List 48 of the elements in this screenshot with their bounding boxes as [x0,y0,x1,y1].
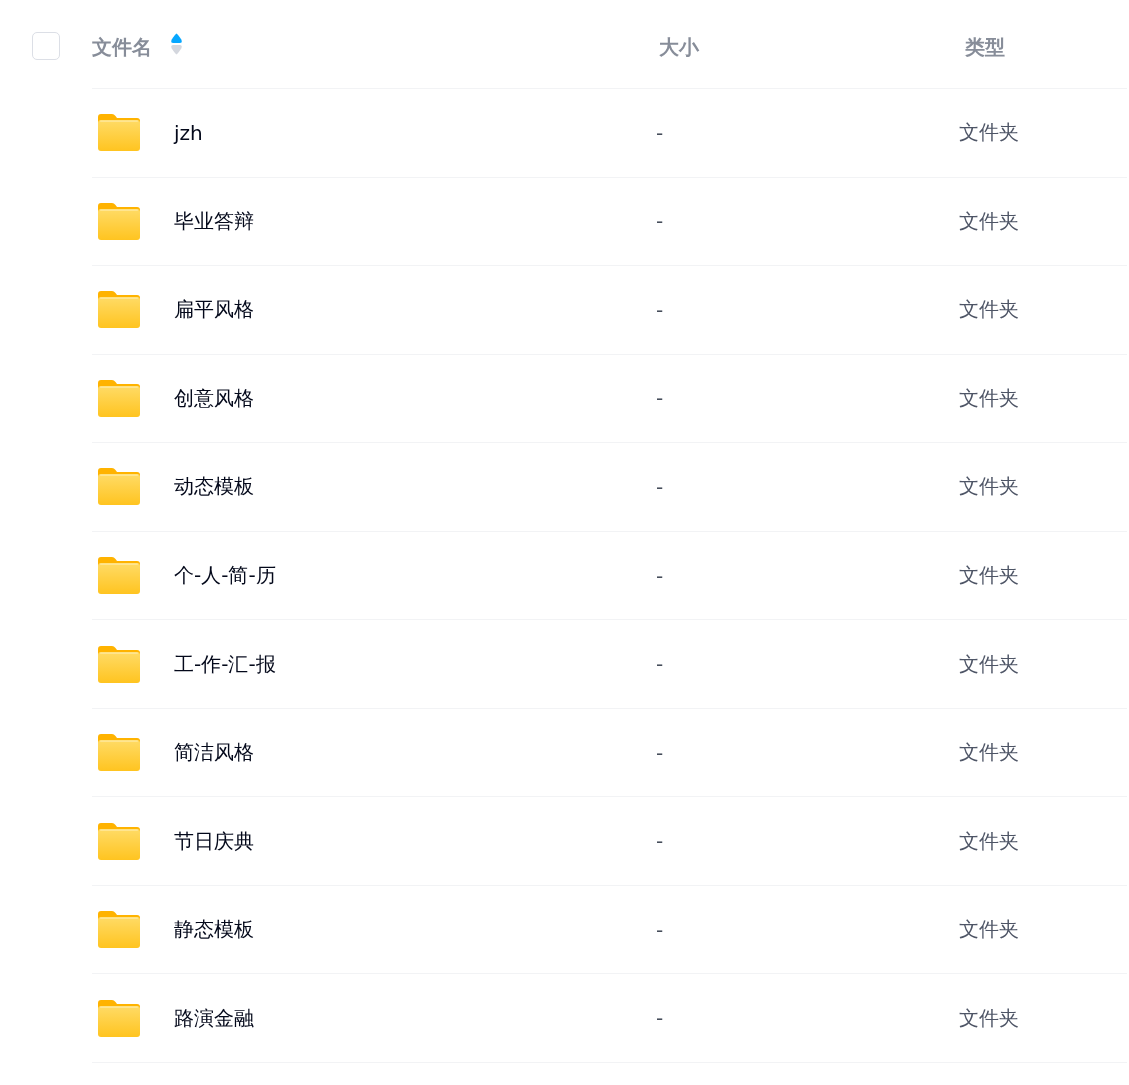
folder-name[interactable]: 工-作-汇-报 [174,650,276,678]
folder-icon [98,645,140,683]
folder-icon [98,822,140,860]
folder-name[interactable]: 创意风格 [174,384,254,412]
folder-icon [98,999,140,1037]
file-type: 文件夹 [959,474,1019,499]
folder-icon [98,734,140,772]
folder-icon [98,291,140,329]
column-header: 类型 [965,33,1005,61]
file-size: - [656,740,664,765]
folder-name[interactable]: 扁平风格 [174,296,254,324]
file-type: 文件夹 [959,297,1019,322]
file-size: - [656,297,664,322]
folder-name[interactable]: 静态模板 [174,916,254,944]
file-type: 文件夹 [959,651,1019,676]
folder-name[interactable]: jzh [174,120,203,145]
file-size: - [656,386,664,411]
folder-icon [98,202,140,240]
folder-icon [98,114,140,152]
file-type: 文件夹 [959,828,1019,853]
file-size: - [656,120,664,145]
folder-icon [98,468,140,506]
folder-name[interactable]: 简洁风格 [174,739,254,767]
file-size: - [656,829,664,854]
sort-icon[interactable] [170,33,183,55]
folder-name[interactable]: 节日庆典 [174,827,254,855]
file-size: - [656,209,664,234]
select-all-checkbox[interactable] [32,32,60,60]
folder-icon [98,911,140,949]
folder-icon [98,557,140,594]
file-size: - [656,474,664,499]
file-size: - [656,563,664,588]
folder-name[interactable]: 个-人-简-历 [174,562,276,589]
file-size: - [656,1006,664,1031]
folder-name[interactable]: 动态模板 [174,473,254,501]
file-type: 文件夹 [959,385,1019,410]
folder-name[interactable]: 路演金融 [174,1004,254,1032]
file-type: 文件夹 [959,917,1019,942]
file-type: 文件夹 [959,208,1019,233]
file-type: 文件夹 [959,120,1019,145]
column-header: 大小 [659,33,699,61]
file-type: 文件夹 [959,740,1019,765]
file-size: - [656,652,664,677]
file-size: - [656,917,664,942]
file-type: 文件夹 [959,563,1019,587]
file-type: 文件夹 [959,1005,1019,1030]
folder-name[interactable]: 毕业答辩 [174,207,254,235]
folder-icon [98,379,140,417]
